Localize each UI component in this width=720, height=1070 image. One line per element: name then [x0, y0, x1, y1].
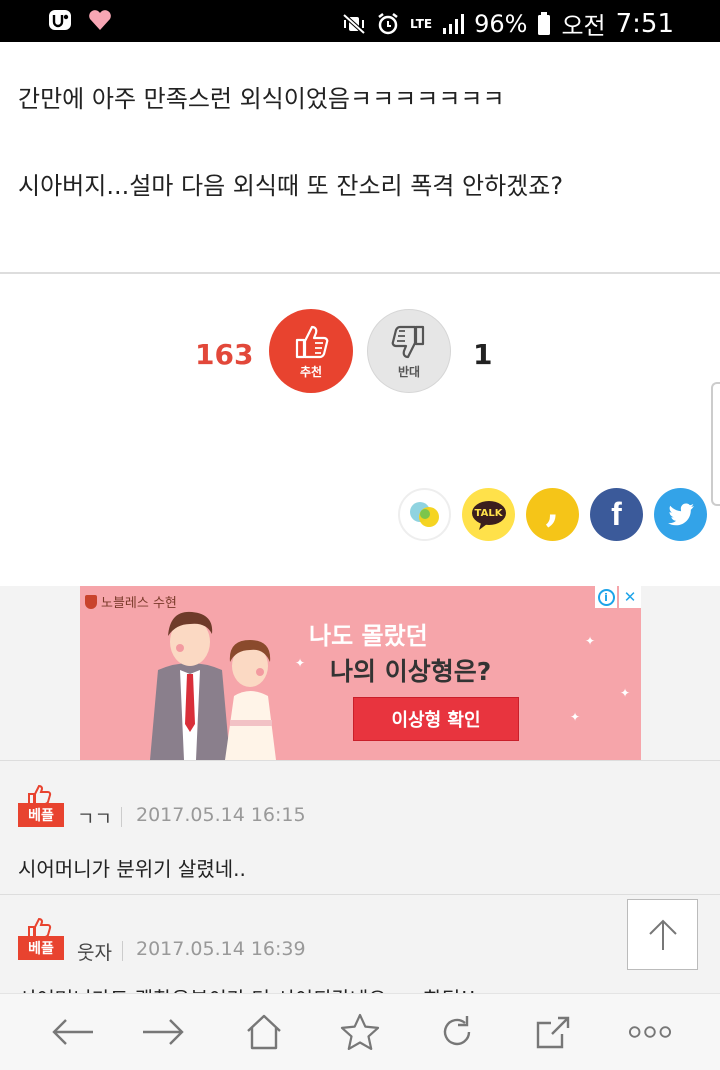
best-comment-label: 베플: [18, 803, 64, 827]
upvote-button[interactable]: 추천: [269, 309, 353, 393]
status-bar: LTE 96% 오전 7:51: [0, 0, 720, 42]
downvote-count: 1: [473, 338, 493, 371]
share-kakaotalk-button[interactable]: TALK: [462, 488, 515, 541]
ad-cta-button[interactable]: 이상형 확인: [353, 697, 519, 741]
divider: [122, 941, 123, 961]
couple-illustration: [150, 611, 276, 760]
kakaostory-icon: ,: [545, 484, 560, 531]
share-kakaostory-button[interactable]: ,: [526, 484, 579, 541]
more-icon: [628, 1026, 672, 1038]
back-button[interactable]: [51, 1012, 95, 1052]
upvote-label: 추천: [299, 364, 323, 379]
share-twitter-button[interactable]: [654, 488, 707, 541]
battery-percent: 96%: [474, 9, 528, 38]
refresh-icon: [443, 1016, 471, 1046]
status-time: 7:51: [615, 8, 674, 39]
comment-date: 2017.05.14 16:39: [136, 938, 306, 960]
best-comment-badge: 베플: [18, 918, 66, 964]
comment-list: 베플 ㄱㄱ 2017.05.14 16:15 시어머니가 분위기 살렸네.. 베…: [0, 760, 720, 994]
comment-author[interactable]: 웃자: [77, 938, 112, 965]
arrow-right-icon: [143, 1019, 184, 1045]
downvote-label: 반대: [397, 364, 421, 379]
thumbs-down-icon: [391, 325, 425, 358]
vote-section: 163 추천 반대 1: [0, 274, 720, 424]
home-icon: [247, 1014, 281, 1050]
ad-info-icon[interactable]: i: [595, 586, 617, 608]
app-notification-icon: [49, 10, 71, 30]
comment-item: 베플 ㄱㄱ 2017.05.14 16:15 시어머니가 분위기 살렸네..: [0, 761, 720, 895]
comment-date: 2017.05.14 16:15: [136, 804, 306, 826]
forward-button[interactable]: [141, 1012, 185, 1052]
more-button[interactable]: [628, 1012, 672, 1052]
sparkle-icon: ✦: [295, 656, 306, 670]
divider: [121, 807, 122, 827]
brand-crest-icon: [85, 594, 97, 609]
downvote-button[interactable]: 반대: [367, 309, 451, 393]
comment-item: 베플 웃자 2017.05.14 16:39 시어머니가도 괜찮은분이라 더 시…: [0, 895, 720, 994]
comment-author[interactable]: ㄱㄱ: [77, 804, 112, 831]
ad-controls: i ✕: [595, 586, 641, 608]
arrow-up-icon: [648, 919, 677, 950]
thumbs-up-icon: [28, 785, 52, 805]
kakaotalk-label: TALK: [474, 507, 503, 519]
scroll-handle[interactable]: [711, 382, 720, 506]
comment-text: 시어머니가 분위기 살렸네..: [18, 857, 246, 881]
scroll-to-top-button[interactable]: [627, 899, 698, 970]
heart-icon: [89, 10, 111, 31]
article-line-1: 간만에 아주 만족스런 외식이었음ㅋㅋㅋㅋㅋㅋㅋ: [18, 85, 505, 113]
arrow-left-icon: [52, 1019, 93, 1045]
ad-headline-1: 나도 몰랐던: [309, 622, 428, 650]
ad-container: 노블레스 수현 나도 몰랐던 나의 이상형은? 이상형 확인 i ✕ ✦ ✦ ✦…: [0, 586, 720, 761]
battery-icon: [538, 11, 551, 35]
article-line-2: 시아버지...설마 다음 외식때 또 잔소리 폭격 안하겠죠?: [18, 172, 564, 200]
share-kakaotalk-multi-button[interactable]: [398, 488, 451, 541]
sparkle-icon: ✦: [585, 634, 596, 648]
browser-toolbar: [0, 993, 720, 1070]
status-indicators: LTE 96% 오전 7:51: [342, 6, 674, 41]
refresh-button[interactable]: [435, 1012, 479, 1052]
share-button[interactable]: [531, 1012, 575, 1052]
star-icon: [340, 1013, 380, 1050]
ad-banner[interactable]: 노블레스 수현 나도 몰랐던 나의 이상형은? 이상형 확인 i ✕ ✦ ✦ ✦…: [80, 586, 641, 760]
upvote-count: 163: [195, 338, 254, 371]
article-body: 간만에 아주 만족스런 외식이었음ㅋㅋㅋㅋㅋㅋㅋ 시아버지...설마 다음 외식…: [0, 42, 720, 273]
thumbs-up-icon: [295, 325, 329, 358]
alarm-icon: [378, 12, 398, 34]
facebook-icon: f: [611, 496, 622, 532]
ad-headline-2: 나의 이상형은?: [330, 657, 492, 686]
status-notifications: [48, 8, 112, 32]
vibrate-mute-icon: [342, 13, 366, 34]
twitter-icon: [667, 502, 694, 525]
home-button[interactable]: [242, 1012, 286, 1052]
ad-close-icon[interactable]: ✕: [619, 586, 641, 608]
lte-label: LTE: [410, 16, 433, 31]
time-ampm: 오전: [561, 12, 606, 40]
share-bar: TALK , f: [398, 484, 707, 541]
best-comment-badge: 베플: [18, 785, 66, 831]
sparkle-icon: ✦: [570, 710, 581, 724]
ad-info-glyph: i: [597, 588, 615, 606]
best-comment-label: 베플: [18, 936, 64, 960]
thumbs-up-icon: [28, 918, 52, 938]
sparkle-icon: ✦: [620, 686, 631, 700]
chat-bubbles-icon: [409, 501, 439, 527]
bookmark-button[interactable]: [338, 1012, 382, 1052]
share-facebook-button[interactable]: f: [590, 488, 643, 541]
share-icon: [536, 1016, 570, 1049]
signal-icon: [443, 13, 465, 34]
